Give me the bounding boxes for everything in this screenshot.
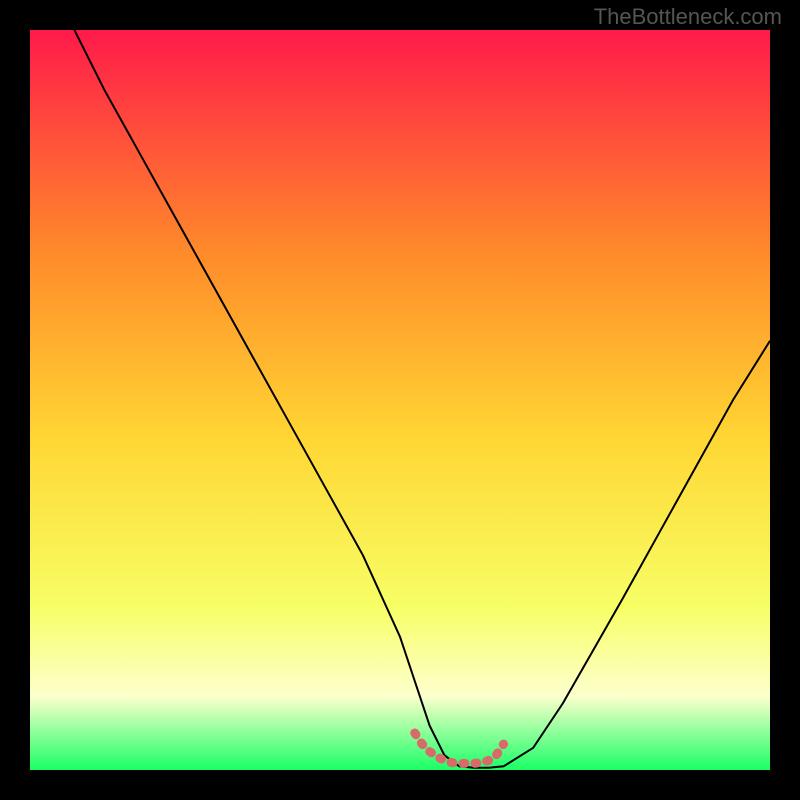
chart-svg xyxy=(30,30,770,770)
plot-area xyxy=(30,30,770,770)
chart-container: TheBottleneck.com xyxy=(0,0,800,800)
gradient-background xyxy=(30,30,770,770)
watermark-text: TheBottleneck.com xyxy=(594,4,782,30)
